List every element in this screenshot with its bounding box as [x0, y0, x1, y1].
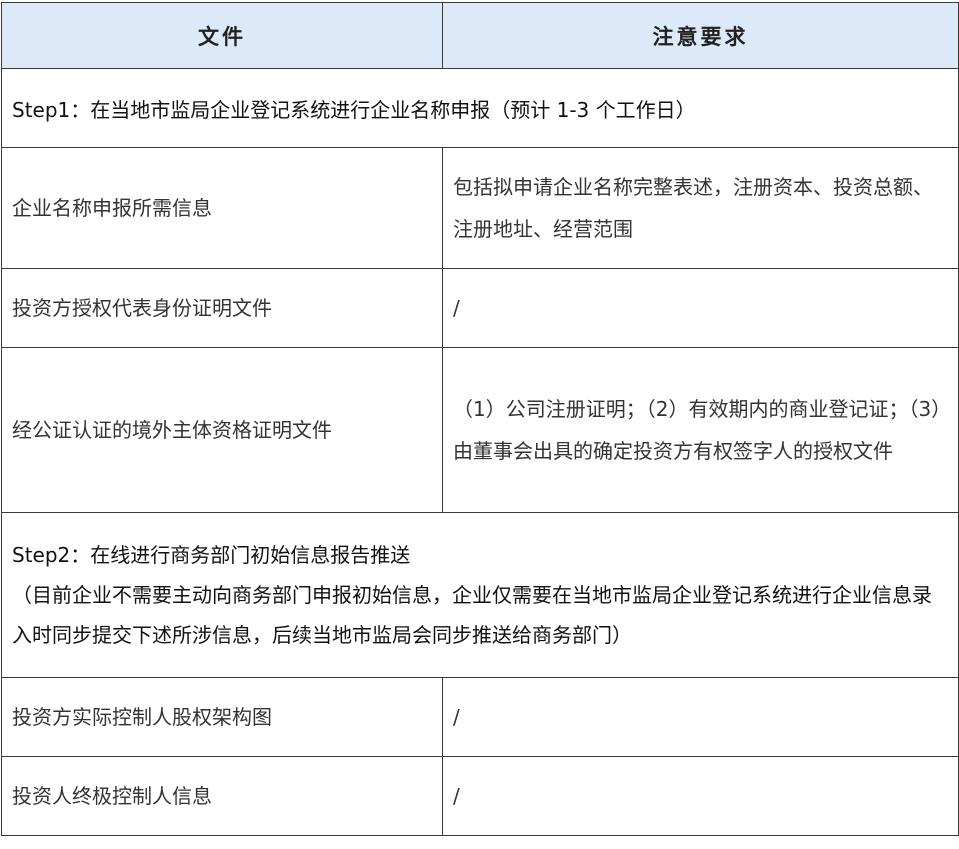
step2-note: （目前企业不需要主动向商务部门申报初始信息，企业仅需要在当地市监局企业登记系统进… [12, 583, 932, 647]
header-documents: 文件 [1, 2, 443, 69]
requirements-table: 文件 注意要求 Step1：在当地市监局企业登记系统进行企业名称申报（预计 1-… [1, 2, 959, 836]
step-row: Step2：在线进行商务部门初始信息报告推送 （目前企业不需要主动向商务部门申报… [1, 512, 959, 678]
document-name: 企业名称申报所需信息 [1, 147, 443, 269]
step-row: Step1：在当地市监局企业登记系统进行企业名称申报（预计 1-3 个工作日） [1, 68, 959, 148]
requirement-text: / [442, 677, 959, 757]
step2-cell: Step2：在线进行商务部门初始信息报告推送 （目前企业不需要主动向商务部门申报… [1, 512, 959, 678]
requirement-text: / [442, 756, 959, 836]
step1-text: Step1：在当地市监局企业登记系统进行企业名称申报（预计 1-3 个工作日） [1, 68, 959, 148]
requirement-text: / [442, 268, 959, 348]
document-name: 投资方实际控制人股权架构图 [1, 677, 443, 757]
table-row: 投资方实际控制人股权架构图 / [1, 677, 959, 757]
table-row: 投资人终极控制人信息 / [1, 756, 959, 836]
table-row: 经公证认证的境外主体资格证明文件 （1）公司注册证明；（2）有效期内的商业登记证… [1, 347, 959, 513]
document-name: 经公证认证的境外主体资格证明文件 [1, 347, 443, 513]
table-row: 企业名称申报所需信息 包括拟申请企业名称完整表述，注册资本、投资总额、注册地址、… [1, 147, 959, 269]
table-header-row: 文件 注意要求 [1, 2, 959, 69]
requirement-text: （1）公司注册证明；（2）有效期内的商业登记证；（3）由董事会出具的确定投资方有… [442, 347, 959, 513]
table-row: 投资方授权代表身份证明文件 / [1, 268, 959, 348]
requirement-text: 包括拟申请企业名称完整表述，注册资本、投资总额、注册地址、经营范围 [442, 147, 959, 269]
document-name: 投资方授权代表身份证明文件 [1, 268, 443, 348]
document-name: 投资人终极控制人信息 [1, 756, 443, 836]
step2-title: Step2：在线进行商务部门初始信息报告推送 [12, 543, 411, 567]
header-requirements: 注意要求 [442, 2, 959, 69]
